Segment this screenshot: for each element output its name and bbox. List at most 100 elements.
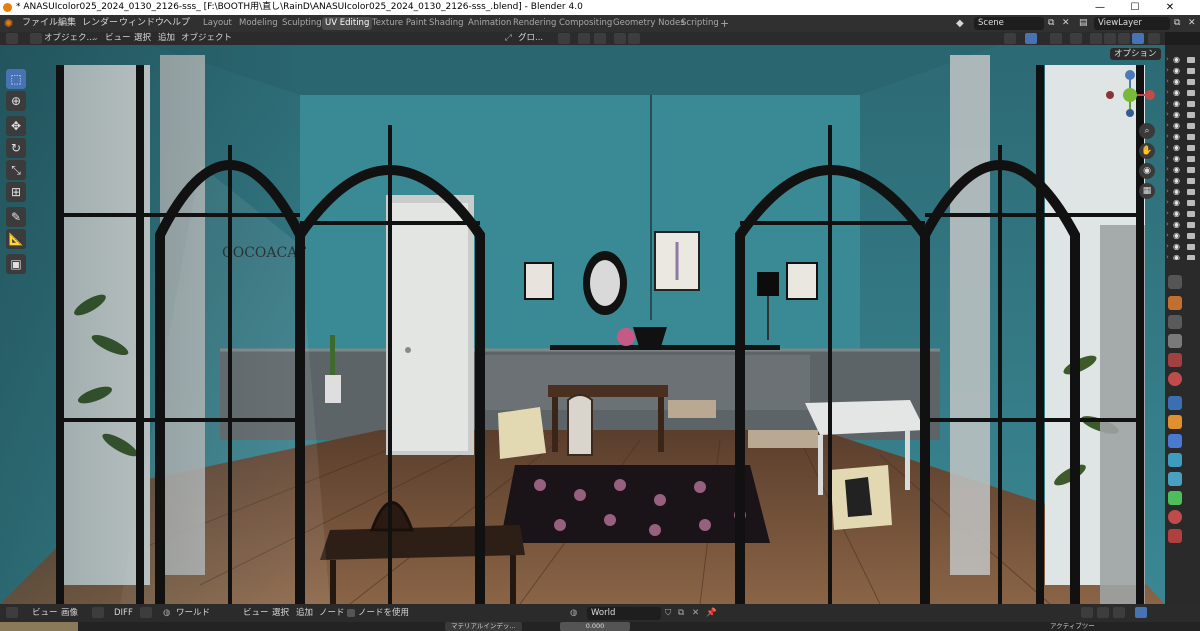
- shading-rendered-icon[interactable]: [1132, 33, 1144, 44]
- cursor-tool-icon[interactable]: ⊕: [6, 91, 26, 111]
- tab-geometry-nodes[interactable]: Geometry Nodes: [610, 17, 688, 30]
- visibility-eye-icon[interactable]: ◉: [1173, 242, 1183, 252]
- expand-chevron-icon[interactable]: ›: [1166, 99, 1169, 107]
- add-cube-tool-icon[interactable]: ▣: [6, 254, 26, 274]
- new-view-layer-icon[interactable]: ⧉: [1174, 15, 1180, 32]
- expand-chevron-icon[interactable]: ›: [1166, 121, 1169, 129]
- bottom-menu-view[interactable]: ビュー: [32, 604, 58, 622]
- proportional-edit-icon[interactable]: [614, 33, 626, 44]
- view-layer-field[interactable]: ViewLayer: [1094, 17, 1170, 30]
- render-camera-icon[interactable]: [1187, 167, 1195, 173]
- render-camera-icon[interactable]: [1187, 57, 1195, 63]
- tab-animation[interactable]: Animation: [465, 17, 514, 30]
- close-button[interactable]: ✕: [1155, 0, 1185, 15]
- xray-icon[interactable]: [1070, 33, 1082, 44]
- maximize-button[interactable]: ☐: [1120, 0, 1150, 15]
- perspective-toggle-icon[interactable]: ▦: [1139, 183, 1155, 199]
- render-camera-icon[interactable]: [1187, 233, 1195, 239]
- render-camera-icon[interactable]: [1187, 156, 1195, 162]
- minimize-button[interactable]: —: [1085, 0, 1115, 15]
- gizmo-icon[interactable]: [1025, 33, 1037, 44]
- visibility-icon[interactable]: [1004, 33, 1016, 44]
- visibility-eye-icon[interactable]: ◉: [1173, 187, 1183, 197]
- camera-view-icon[interactable]: ◉: [1139, 163, 1155, 179]
- menu-file[interactable]: ファイル: [22, 15, 58, 32]
- visibility-eye-icon[interactable]: ◉: [1173, 220, 1183, 230]
- tab-layout[interactable]: Layout: [200, 17, 235, 30]
- visibility-eye-icon[interactable]: ◉: [1173, 110, 1183, 120]
- render-camera-icon[interactable]: [1187, 90, 1195, 96]
- visibility-eye-icon[interactable]: ◉: [1173, 176, 1183, 186]
- viewport-menu-add[interactable]: 追加: [158, 32, 175, 45]
- move-tool-icon[interactable]: ✥: [6, 116, 26, 136]
- render-camera-icon[interactable]: [1187, 134, 1195, 140]
- render-camera-icon[interactable]: [1187, 79, 1195, 85]
- material-index-field[interactable]: マテリアルインデッ...: [445, 622, 522, 631]
- world-browse-icon[interactable]: ◍: [570, 604, 577, 622]
- render-camera-icon[interactable]: [1187, 68, 1195, 74]
- expand-chevron-icon[interactable]: ›: [1166, 220, 1169, 228]
- shader-type-dropdown[interactable]: ワールド: [176, 604, 210, 622]
- visibility-eye-icon[interactable]: ◉: [1173, 55, 1183, 65]
- image-pin-icon[interactable]: [1081, 607, 1093, 618]
- options-dropdown[interactable]: オプション: [1110, 48, 1161, 60]
- expand-chevron-icon[interactable]: ›: [1166, 55, 1169, 63]
- expand-chevron-icon[interactable]: ›: [1166, 88, 1169, 96]
- measure-tool-icon[interactable]: 📐: [6, 229, 26, 249]
- annotate-tool-icon[interactable]: ✎: [6, 207, 26, 227]
- expand-chevron-icon[interactable]: ›: [1166, 198, 1169, 206]
- expand-chevron-icon[interactable]: ›: [1166, 154, 1169, 162]
- texture-tab-icon[interactable]: [1168, 529, 1182, 543]
- shading-material-icon[interactable]: [1118, 33, 1130, 44]
- shader-editor-type-icon[interactable]: [140, 607, 152, 618]
- scene-tab-icon[interactable]: [1168, 353, 1182, 367]
- tab-scripting[interactable]: Scripting: [678, 17, 722, 30]
- tab-sculpting[interactable]: Sculpting: [279, 17, 325, 30]
- pin-icon[interactable]: 📌: [706, 604, 717, 622]
- tab-modeling[interactable]: Modeling: [236, 17, 281, 30]
- particles-tab-icon[interactable]: [1168, 453, 1182, 467]
- viewport-menu-object[interactable]: オブジェクト: [181, 32, 232, 45]
- view-layer-icon[interactable]: ▤: [1079, 15, 1088, 32]
- shading-wireframe-icon[interactable]: [1090, 33, 1102, 44]
- snap-target-icon[interactable]: [594, 33, 606, 44]
- expand-chevron-icon[interactable]: ›: [1166, 110, 1169, 118]
- viewport-menu-select[interactable]: 選択: [134, 32, 151, 45]
- visibility-eye-icon[interactable]: ◉: [1173, 132, 1183, 142]
- scene-icon[interactable]: ◆: [956, 15, 964, 32]
- modifier-tab-icon[interactable]: [1168, 434, 1182, 448]
- expand-chevron-icon[interactable]: ›: [1166, 242, 1169, 250]
- render-tab-icon[interactable]: [1168, 296, 1182, 310]
- node-menu-view[interactable]: ビュー: [243, 604, 269, 622]
- visibility-eye-icon[interactable]: ◉: [1173, 66, 1183, 76]
- transform-tool-icon[interactable]: ⊞: [6, 182, 26, 202]
- menu-window[interactable]: ウィンドウ: [119, 15, 164, 32]
- output-tab-icon[interactable]: [1168, 315, 1182, 329]
- collection-tab-icon[interactable]: [1168, 396, 1182, 410]
- tab-texture-paint[interactable]: Texture Paint: [369, 17, 430, 30]
- render-camera-icon[interactable]: [1187, 112, 1195, 118]
- tab-compositing[interactable]: Compositing: [556, 17, 615, 30]
- snap-icon[interactable]: [578, 33, 590, 44]
- value-field[interactable]: 0.000: [560, 622, 630, 631]
- menu-edit[interactable]: 編集: [58, 15, 76, 32]
- 3d-viewport[interactable]: COCOACAT ⬚ ⊕ ✥ ↻ ⤡ ⊞ ✎ 📐 ▣ オプション ⌕ ✋ ◉ ▦: [0, 45, 1165, 604]
- render-camera-icon[interactable]: [1187, 101, 1195, 107]
- world-name-field[interactable]: World: [587, 607, 661, 620]
- world-tab-icon[interactable]: [1168, 372, 1182, 386]
- navigation-gizmo[interactable]: [1100, 65, 1160, 125]
- render-camera-icon[interactable]: [1187, 244, 1195, 250]
- new-world-icon[interactable]: ⧉: [678, 604, 684, 622]
- visibility-eye-icon[interactable]: ◉: [1173, 209, 1183, 219]
- expand-chevron-icon[interactable]: ›: [1166, 66, 1169, 74]
- visibility-eye-icon[interactable]: ◉: [1173, 154, 1183, 164]
- visibility-eye-icon[interactable]: ◉: [1173, 99, 1183, 109]
- select-box-tool[interactable]: ⬚: [6, 69, 26, 89]
- object-tab-icon[interactable]: [1168, 415, 1182, 429]
- zoom-icon[interactable]: ⌕: [1139, 123, 1155, 139]
- add-workspace-button[interactable]: +: [717, 17, 732, 30]
- render-camera-icon[interactable]: [1187, 222, 1195, 228]
- pan-hand-icon[interactable]: ✋: [1139, 143, 1155, 159]
- properties-panel[interactable]: [1165, 260, 1200, 604]
- blender-menu-icon[interactable]: ✺: [4, 15, 13, 32]
